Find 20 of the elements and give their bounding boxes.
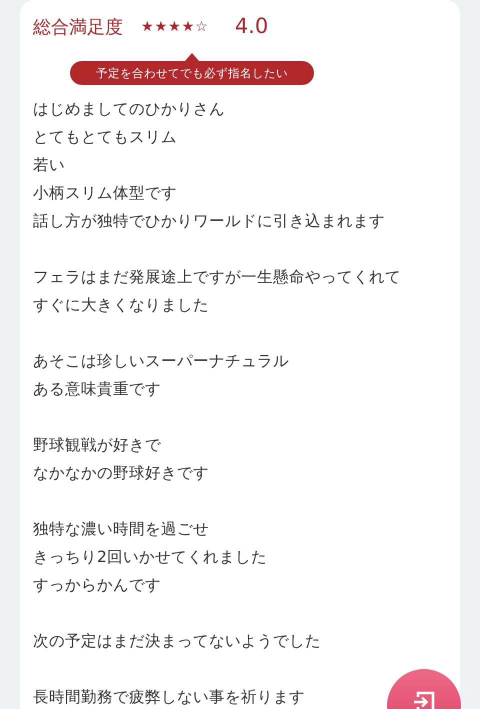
- review-text: はじめましてのひかりさん: [33, 100, 225, 118]
- review-text: すっからかんです: [33, 576, 161, 594]
- review-text: すぐに大きくなりました: [33, 296, 209, 314]
- review-text: 話し方が独特でひかりワールドに引き込まれます: [33, 212, 385, 230]
- review-text: あそこは珍しいスーパーナチュラル: [33, 352, 289, 370]
- review-text: 長時間勤務で疲弊しない事を祈ります: [33, 688, 305, 706]
- review-text: ある意味貴重です: [33, 380, 161, 398]
- review-text: フェラはまだ発展途上ですが一生懸命やってくれて: [33, 268, 401, 286]
- review-text: 小柄スリム体型です: [33, 184, 177, 202]
- review-text: 独特な濃い時間を過ごせ: [33, 520, 209, 538]
- rating-score: 4.0: [234, 13, 268, 40]
- review-text: 野球観戦が好きで: [33, 436, 161, 454]
- review-text: なかなかの野球好きです: [33, 464, 209, 482]
- review-text: きっちり2回いかせてくれました: [33, 548, 267, 566]
- review-text: 次の予定はまだ決まってないようでした: [33, 632, 321, 650]
- review-text: 若い: [33, 156, 65, 174]
- review-text: とてもとてもスリム: [33, 128, 177, 146]
- rating-label: 総合満足度: [33, 16, 123, 40]
- star-rating: ★★★★☆: [141, 18, 209, 36]
- login-icon: [412, 691, 436, 709]
